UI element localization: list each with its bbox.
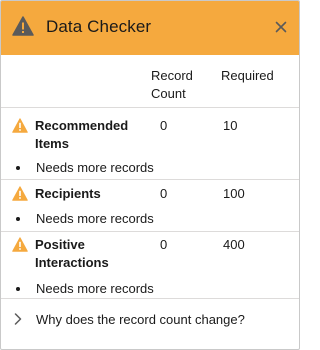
warning-icon (12, 16, 34, 36)
bullet (16, 287, 20, 291)
warning-icon (12, 186, 28, 201)
warning-icon (12, 118, 28, 133)
row-record-count: 0 (160, 237, 168, 252)
record-count-help-label: Why does the record count change? (36, 312, 245, 327)
row-name-positive-interactions: Positive Interactions (35, 236, 145, 272)
row-name-line2: Items (35, 136, 69, 151)
warning-icon (12, 237, 28, 252)
close-button[interactable] (271, 17, 291, 37)
row-name-recommended-items: Recommended Items (35, 117, 145, 153)
row-note: Needs more records (36, 160, 154, 175)
row-required: 100 (223, 186, 245, 201)
divider (1, 107, 299, 108)
close-icon (275, 21, 287, 33)
row-required: 10 (223, 118, 238, 133)
bullet (16, 217, 20, 221)
row-name-line1: Recommended (35, 118, 129, 133)
column-header-record-count-line1: Record (151, 68, 193, 83)
record-count-help-toggle[interactable]: Why does the record count change? (1, 298, 299, 342)
row-name-line1: Positive (35, 237, 85, 252)
row-required: 400 (223, 237, 245, 252)
panel-title: Data Checker (46, 17, 152, 36)
panel-header: Data Checker (1, 1, 299, 55)
row-note: Needs more records (36, 211, 154, 226)
column-header-record-count: Record Count (151, 67, 193, 103)
bullet (16, 166, 20, 170)
column-header-record-count-line2: Count (151, 86, 186, 101)
row-name-recipients: Recipients (35, 186, 101, 201)
row-name-line2: Interactions (35, 255, 109, 270)
chevron-right-icon (14, 313, 22, 325)
divider (1, 231, 299, 232)
data-checker-panel: Data Checker Record Count Required Recom… (0, 0, 300, 350)
row-record-count: 0 (160, 186, 168, 201)
row-record-count: 0 (160, 118, 168, 133)
divider (1, 179, 299, 180)
row-note: Needs more records (36, 281, 154, 296)
column-header-required: Required (221, 68, 274, 83)
